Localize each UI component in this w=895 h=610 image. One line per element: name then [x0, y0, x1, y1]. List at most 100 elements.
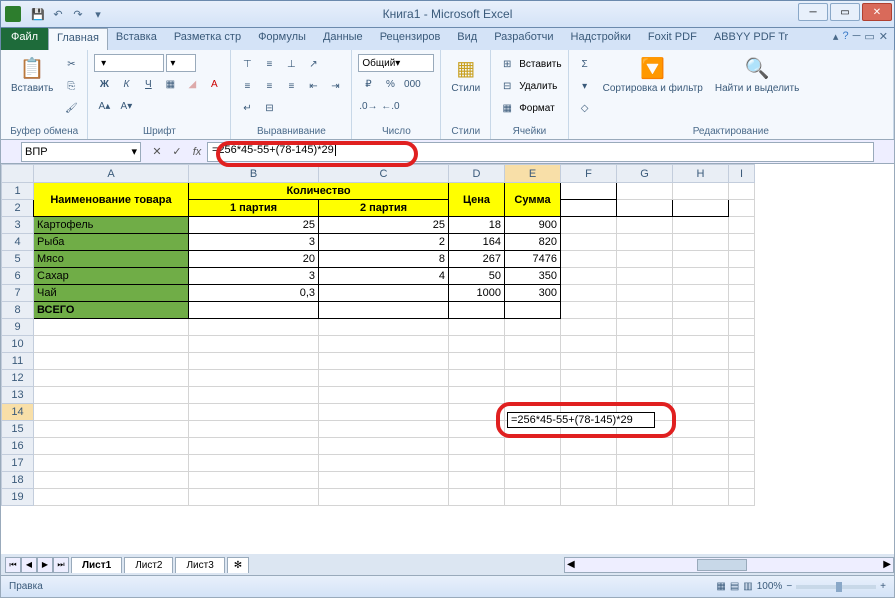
- tab-home[interactable]: Главная: [48, 28, 108, 50]
- cell[interactable]: 300: [505, 285, 561, 302]
- doc-close-icon[interactable]: ✕: [879, 30, 888, 48]
- row-header[interactable]: 17: [2, 455, 34, 472]
- cell[interactable]: ВСЕГО: [34, 302, 189, 319]
- horizontal-scrollbar[interactable]: ◀▶: [564, 557, 894, 573]
- cell-edit-overlay[interactable]: =256*45-55+(78-145)*29: [507, 412, 655, 428]
- cell[interactable]: 350: [505, 268, 561, 285]
- cell[interactable]: 3: [189, 268, 319, 285]
- copy-icon[interactable]: ⎘: [61, 76, 81, 96]
- format-cells-icon[interactable]: ▦: [497, 98, 517, 118]
- align-center-icon[interactable]: ≡: [259, 76, 279, 96]
- col-header-C[interactable]: C: [319, 165, 449, 183]
- format-painter-icon[interactable]: 🖌: [61, 98, 81, 118]
- percent-icon[interactable]: %: [380, 74, 400, 94]
- sheet-tab[interactable]: Лист3: [175, 557, 224, 573]
- insert-cells-icon[interactable]: ⊞: [497, 54, 517, 74]
- grow-font-icon[interactable]: A▴: [94, 96, 114, 116]
- row-header[interactable]: 18: [2, 472, 34, 489]
- row-header[interactable]: 19: [2, 489, 34, 506]
- view-layout-icon[interactable]: ▤: [730, 581, 739, 592]
- row-header[interactable]: 10: [2, 336, 34, 353]
- doc-min-icon[interactable]: ─: [853, 30, 861, 48]
- qat-dropdown-icon[interactable]: ▾: [89, 5, 107, 23]
- cell[interactable]: 18: [449, 217, 505, 234]
- cell[interactable]: 1 партия: [189, 200, 319, 217]
- doc-restore-icon[interactable]: ▭: [864, 30, 874, 48]
- cell[interactable]: [449, 302, 505, 319]
- currency-icon[interactable]: ₽: [358, 74, 378, 94]
- cell[interactable]: 0,3: [189, 285, 319, 302]
- dec-decimal-icon[interactable]: ←.0: [380, 96, 400, 116]
- redo-icon[interactable]: ↷: [69, 5, 87, 23]
- orient-icon[interactable]: ↗: [303, 54, 323, 74]
- col-header-F[interactable]: F: [561, 165, 617, 183]
- tab-layout[interactable]: Разметка стр: [166, 28, 250, 50]
- col-header-I[interactable]: I: [729, 165, 755, 183]
- comma-icon[interactable]: 000: [402, 74, 422, 94]
- tab-review[interactable]: Рецензиров: [372, 28, 450, 50]
- tab-view[interactable]: Вид: [449, 28, 486, 50]
- cell[interactable]: 3: [189, 234, 319, 251]
- cell[interactable]: [319, 285, 449, 302]
- shrink-font-icon[interactable]: A▾: [116, 96, 136, 116]
- zoom-out-button[interactable]: −: [786, 581, 792, 592]
- row-header[interactable]: 15: [2, 421, 34, 438]
- col-header-H[interactable]: H: [673, 165, 729, 183]
- save-icon[interactable]: 💾: [29, 5, 47, 23]
- cell[interactable]: 8: [319, 251, 449, 268]
- cell[interactable]: [319, 302, 449, 319]
- clear-icon[interactable]: ◇: [575, 98, 595, 118]
- font-name-combo[interactable]: ▾: [94, 54, 164, 72]
- styles-button[interactable]: ▦Стили: [447, 54, 484, 96]
- col-header-E[interactable]: E: [505, 165, 561, 183]
- merge-icon[interactable]: ⊟: [259, 98, 279, 118]
- row-header[interactable]: 8: [2, 302, 34, 319]
- cell[interactable]: Чай: [34, 285, 189, 302]
- tab-data[interactable]: Данные: [315, 28, 372, 50]
- new-sheet-button[interactable]: ✻: [227, 557, 249, 573]
- help-icon[interactable]: ?: [842, 30, 848, 48]
- inc-decimal-icon[interactable]: .0→: [358, 96, 378, 116]
- tab-formulas[interactable]: Формулы: [250, 28, 315, 50]
- maximize-button[interactable]: ▭: [830, 3, 860, 21]
- align-top-icon[interactable]: ⊤: [237, 54, 257, 74]
- border-icon[interactable]: ▦: [160, 74, 180, 94]
- font-size-combo[interactable]: ▾: [166, 54, 196, 72]
- underline-button[interactable]: Ч: [138, 74, 158, 94]
- align-left-icon[interactable]: ≡: [237, 76, 257, 96]
- find-select-button[interactable]: 🔍Найти и выделить: [711, 54, 803, 96]
- cell[interactable]: [505, 302, 561, 319]
- cell[interactable]: 25: [319, 217, 449, 234]
- cell[interactable]: Цена: [449, 183, 505, 217]
- cell[interactable]: Картофель: [34, 217, 189, 234]
- sheet-nav-next-icon[interactable]: ▶: [37, 557, 53, 573]
- view-normal-icon[interactable]: ▦: [716, 581, 725, 592]
- cell[interactable]: Сахар: [34, 268, 189, 285]
- align-mid-icon[interactable]: ≡: [259, 54, 279, 74]
- cell[interactable]: 50: [449, 268, 505, 285]
- minimize-ribbon-icon[interactable]: ▴: [833, 30, 839, 48]
- fill-icon[interactable]: ▾: [575, 76, 595, 96]
- col-header-G[interactable]: G: [617, 165, 673, 183]
- bold-button[interactable]: Ж: [94, 74, 114, 94]
- cell[interactable]: Сумма: [505, 183, 561, 217]
- zoom-level[interactable]: 100%: [757, 581, 783, 592]
- tab-addins[interactable]: Надстройки: [563, 28, 640, 50]
- font-color-icon[interactable]: A: [204, 74, 224, 94]
- cut-icon[interactable]: ✂: [61, 54, 81, 74]
- zoom-in-button[interactable]: +: [880, 581, 886, 592]
- cell[interactable]: 820: [505, 234, 561, 251]
- wrap-icon[interactable]: ↵: [237, 98, 257, 118]
- cell[interactable]: Рыба: [34, 234, 189, 251]
- zoom-slider[interactable]: [796, 585, 876, 589]
- view-break-icon[interactable]: ▥: [743, 581, 752, 592]
- cell[interactable]: 20: [189, 251, 319, 268]
- sheet-nav-prev-icon[interactable]: ◀: [21, 557, 37, 573]
- indent-dec-icon[interactable]: ⇤: [303, 76, 323, 96]
- row-header[interactable]: 1: [2, 183, 34, 200]
- row-header[interactable]: 9: [2, 319, 34, 336]
- cell[interactable]: 2 партия: [319, 200, 449, 217]
- cell[interactable]: 7476: [505, 251, 561, 268]
- col-header-A[interactable]: A: [34, 165, 189, 183]
- cell[interactable]: [189, 302, 319, 319]
